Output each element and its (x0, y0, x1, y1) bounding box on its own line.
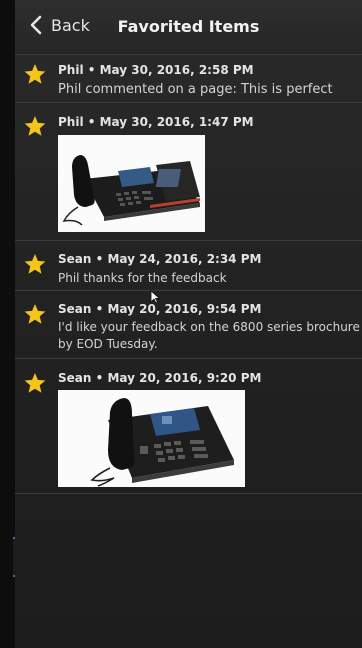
page-title: Favorited Items (117, 17, 260, 36)
favorites-list: Phil • May 30, 2016, 2:58 PM Phil commen… (15, 55, 362, 494)
item-author-time: Sean • May 20, 2016, 9:20 PM (58, 371, 262, 385)
star-icon[interactable] (23, 303, 47, 325)
item-message: Phil commented on a page: This is perfec… (58, 82, 333, 97)
list-item[interactable]: Phil • May 30, 2016, 1:47 PM (15, 103, 362, 241)
item-author-time: Phil • May 30, 2016, 2:58 PM (58, 63, 254, 77)
navigation-bar: Back Favorited Items (15, 0, 362, 55)
item-author-time: Phil • May 30, 2016, 1:47 PM (58, 115, 254, 129)
list-item[interactable]: Sean • May 24, 2016, 2:34 PM Phil thanks… (15, 241, 362, 291)
list-item[interactable]: Phil • May 30, 2016, 2:58 PM Phil commen… (15, 55, 362, 103)
star-icon[interactable] (23, 253, 47, 275)
phone-illustration (58, 390, 245, 487)
item-author-time: Sean • May 20, 2016, 9:54 PM (58, 302, 262, 316)
item-author-time: Sean • May 24, 2016, 2:34 PM (58, 252, 262, 266)
favorited-items-screen: Back Favorited Items Phil • May 30, 2016… (15, 0, 362, 648)
desk-phone-with-expansion-module-image[interactable] (58, 135, 205, 232)
star-icon[interactable] (23, 115, 47, 137)
phone-illustration (58, 135, 205, 232)
star-icon[interactable] (23, 63, 47, 85)
list-item[interactable]: Sean • May 20, 2016, 9:54 PM I'd like yo… (15, 291, 362, 359)
star-icon[interactable] (23, 372, 47, 394)
item-message: Phil thanks for the feedback (58, 271, 227, 285)
mouse-pointer-icon (150, 290, 160, 304)
item-message-line-2: by EOD Tuesday. (58, 337, 158, 351)
item-message-line-1: I'd like your feedback on the 6800 serie… (58, 320, 360, 334)
desk-phone-image[interactable] (58, 390, 245, 487)
list-item[interactable]: Sean • May 20, 2016, 9:20 PM (15, 359, 362, 494)
